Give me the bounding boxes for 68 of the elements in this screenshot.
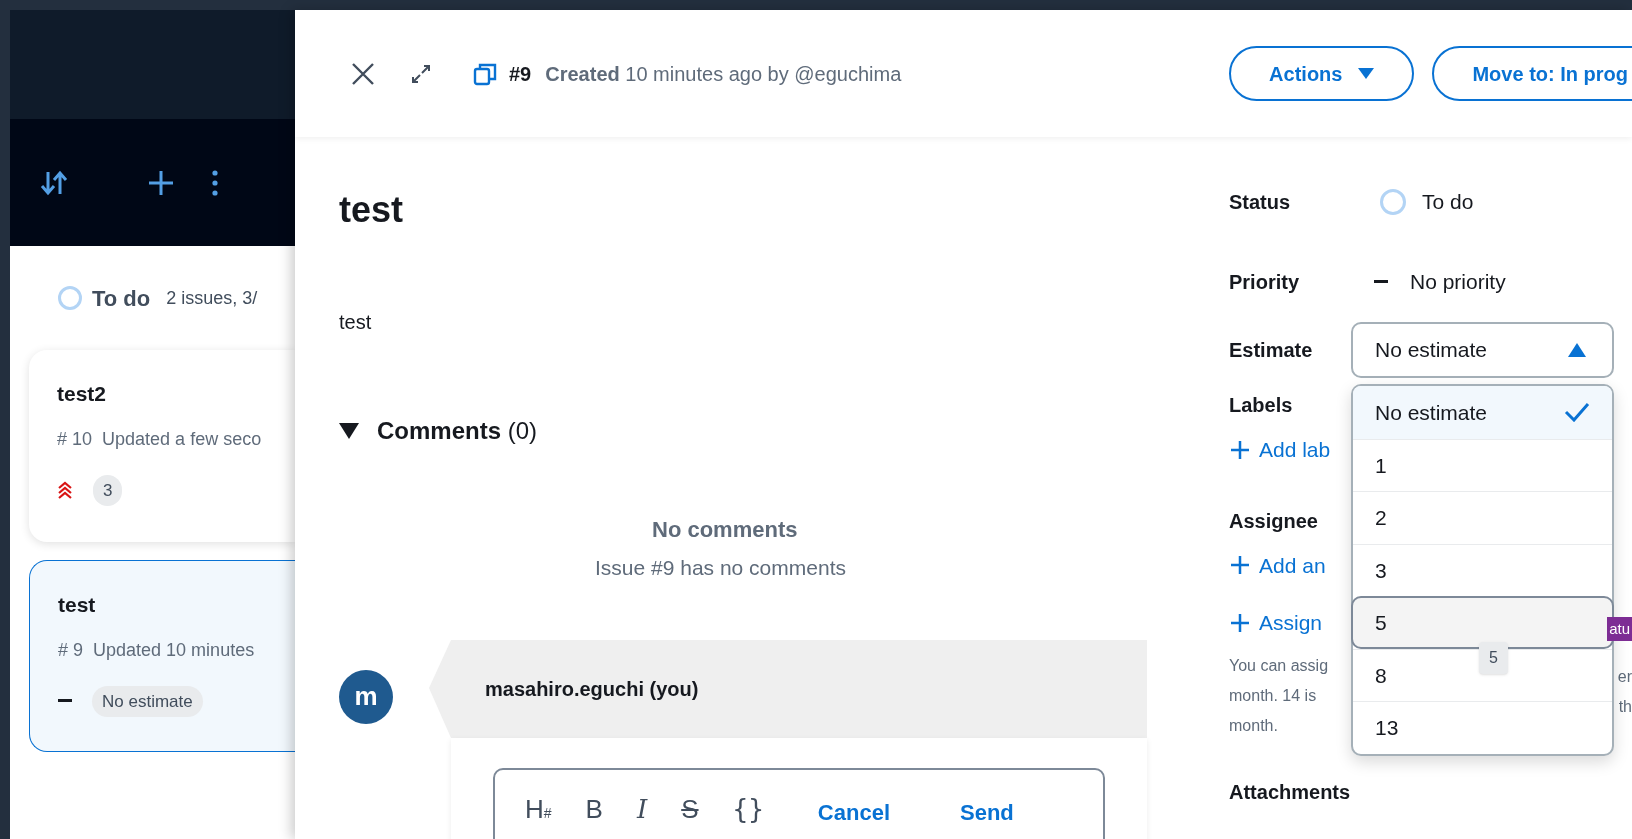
field-label: Labels [1229,393,1293,418]
column-title: To do [92,284,151,313]
caret-up-icon [1568,343,1586,357]
check-icon [1564,402,1590,423]
priority-value[interactable]: No priority [1410,266,1506,298]
dash-icon [58,699,72,704]
field-label: Priority [1229,270,1301,295]
help-text: month. 14 is [1229,685,1317,706]
move-to-button[interactable]: Move to: In prog [1432,46,1632,101]
empty-text: Issue #9 has no comments [595,555,847,581]
double-chevron-up-icon [57,480,73,501]
estimate-badge: 3 [93,474,123,506]
help-text: You can assig [1229,655,1329,676]
help-text: month. [1229,715,1278,736]
card-meta: # 9 Updated 10 minutes [58,638,256,662]
issue-card[interactable]: test # 9 Updated 10 minutes No estimate [29,560,295,752]
issue-title: test [339,188,405,232]
heading-tool[interactable]: H# [525,795,552,822]
plus-icon [1229,554,1251,577]
created-info: Created 10 minutes ago by @eguchima [545,61,902,87]
tooltip: 5 [1479,642,1508,674]
comments-toggle[interactable]: Comments (0) [339,413,1179,449]
estimate-badge: No estimate [92,685,203,717]
code-tool[interactable]: {} [732,795,764,822]
expand-icon[interactable] [411,63,431,84]
caret-down-icon [339,422,359,440]
issue-number: #9 [509,61,532,87]
comment-author: masahiro.eguchi (you) [485,676,699,702]
strikethrough-tool[interactable]: S [681,795,699,822]
field-label: Status [1229,190,1292,215]
estimate-option[interactable]: 13 [1353,701,1612,754]
field-label: Attachments [1229,779,1351,805]
avatar: m [339,669,393,724]
close-icon[interactable] [351,61,375,86]
plus-icon [1229,611,1251,634]
estimate-select[interactable]: No estimate [1351,322,1614,378]
card-title: test2 [57,381,108,407]
status-value[interactable]: To do [1422,186,1474,218]
sort-icon[interactable] [40,169,68,196]
add-label-link[interactable]: Add lab [1229,434,1331,466]
estimate-option[interactable]: No estimate [1353,386,1612,439]
issue-description: test [339,310,373,335]
more-icon[interactable] [212,169,218,196]
assign-link[interactable]: Assign [1229,607,1323,639]
column-summary: 2 issues, 3/ [166,286,258,310]
plus-icon [1229,438,1251,461]
help-text: er [1617,667,1632,687]
field-label: Assignee [1229,508,1318,534]
italic-tool[interactable]: I [636,795,648,822]
comment-editor[interactable]: H# B I S {} Cancel Send [493,767,1105,839]
empty-title: No comments [652,516,799,544]
send-button[interactable]: Send [960,795,1014,829]
card-title: test [58,592,97,618]
field-label: Estimate [1229,338,1314,363]
caret-down-icon [1358,67,1375,80]
issue-card[interactable]: test2 # 10 Updated a few seco 3 [29,350,295,542]
help-text: th [1618,697,1632,717]
status-badge: atu [1607,616,1632,641]
add-assignee-link[interactable]: Add an [1229,549,1326,581]
copy-icon[interactable] [473,61,497,86]
plus-icon[interactable] [148,169,174,196]
dash-icon [1374,280,1388,284]
estimate-option[interactable]: 1 [1353,438,1612,491]
cancel-button[interactable]: Cancel [817,795,890,829]
estimate-option[interactable]: 2 [1353,491,1612,544]
actions-button[interactable]: Actions [1229,46,1415,101]
bold-tool[interactable]: B [585,795,603,822]
card-meta: # 10 Updated a few seco [57,427,263,451]
